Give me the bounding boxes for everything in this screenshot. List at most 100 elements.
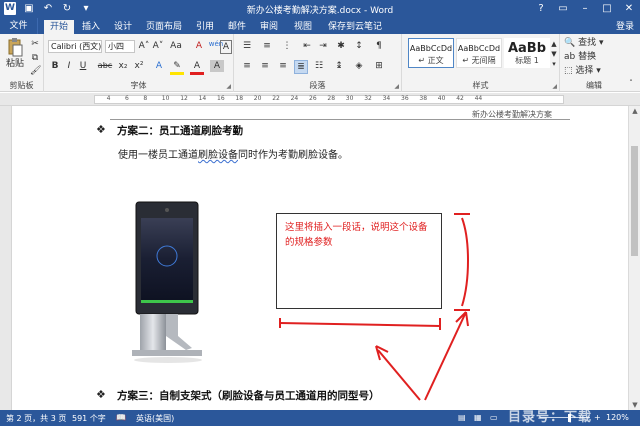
web-layout-icon[interactable]: ▭ xyxy=(490,413,498,422)
paste-button[interactable]: 粘贴 xyxy=(3,58,27,70)
replace-label: 替换 xyxy=(578,52,597,62)
collapse-ribbon-icon[interactable]: ˄ xyxy=(626,77,636,89)
increase-indent-icon[interactable]: ⇥ xyxy=(316,40,330,52)
char-shading-icon[interactable]: A xyxy=(210,60,224,72)
text-effects-button[interactable]: A xyxy=(152,60,166,72)
font-name-select[interactable]: Calibri (西文) xyxy=(48,40,102,53)
section2-body-post: 同时作为考勤刷脸设备。 xyxy=(238,150,348,161)
select-icon: ⬚ xyxy=(564,66,573,76)
styles-more-icon[interactable]: ▾ xyxy=(550,58,558,70)
multilevel-list-icon[interactable]: ⋮ xyxy=(280,40,294,52)
strikethrough-button[interactable]: abc xyxy=(96,60,114,72)
numbering-icon[interactable]: ≡ xyxy=(260,40,274,52)
page-count[interactable]: 第 2 页，共 3 页 xyxy=(6,413,66,424)
select-button[interactable]: ⬚ 选择 ▾ xyxy=(564,65,622,77)
font-dialog-launcher-icon[interactable]: ◢ xyxy=(226,83,231,90)
tab-layout[interactable]: 页面布局 xyxy=(140,20,188,34)
superscript-button[interactable]: x² xyxy=(132,60,146,72)
ruler-number: 34 xyxy=(382,95,391,102)
tab-references[interactable]: 引用 xyxy=(190,20,220,34)
shrink-font-button[interactable]: A˅ xyxy=(152,40,164,52)
bold-button[interactable]: B xyxy=(50,60,60,72)
line-spacing-icon[interactable]: ↨ xyxy=(332,60,346,72)
placeholder-text-box[interactable]: 这里将插入一段话，说明这个设备的规格参数 xyxy=(276,213,442,309)
distributed-icon[interactable]: ☷ xyxy=(312,60,326,72)
tab-home[interactable]: 开始 xyxy=(44,20,75,34)
style-no-spacing[interactable]: AaBbCcDd ↵ 无间隔 xyxy=(456,38,502,68)
editing-label: 编辑 xyxy=(586,81,602,90)
format-painter-icon[interactable]: 🖌 xyxy=(30,65,41,77)
style-normal[interactable]: AaBbCcDd ↵ 正文 xyxy=(408,38,454,68)
font-size-select[interactable]: 小四 xyxy=(105,40,135,53)
style-heading-1[interactable]: AaBb 标题 1 xyxy=(504,38,550,68)
vertical-ruler[interactable] xyxy=(0,106,12,410)
scroll-down-icon[interactable]: ▼ xyxy=(629,401,640,409)
copy-icon[interactable]: ⧉ xyxy=(30,52,40,64)
tab-design[interactable]: 设计 xyxy=(108,20,138,34)
proofing-icon[interactable]: 📖 xyxy=(116,413,126,422)
italic-button[interactable]: I xyxy=(64,60,74,72)
underline-button[interactable]: U xyxy=(78,60,88,72)
grow-font-button[interactable]: A˄ xyxy=(138,40,150,52)
tab-insert[interactable]: 插入 xyxy=(76,20,106,34)
sort-icon[interactable]: ↕ xyxy=(352,40,366,52)
change-case-button[interactable]: Aa xyxy=(168,40,184,52)
cut-icon[interactable]: ✂ xyxy=(30,38,40,50)
section2-body[interactable]: 使用一楼员工通道刷脸设备同时作为考勤刷脸设备。 xyxy=(118,146,348,161)
help-button[interactable]: ? xyxy=(530,0,552,18)
minimize-button[interactable]: – xyxy=(574,0,596,18)
paragraph-dialog-launcher-icon[interactable]: ◢ xyxy=(394,83,399,90)
ribbon-tabs: 文件 开始 插入 设计 页面布局 引用 邮件 审阅 视图 保存到云笔记 登录 xyxy=(0,18,640,34)
align-left-icon[interactable]: ≡ xyxy=(240,60,254,72)
font-group: Calibri (西文) 小四 A˄ A˅ Aa A wén A B I U a… xyxy=(44,34,234,92)
replace-button[interactable]: ab 替换 xyxy=(564,51,622,63)
read-mode-icon[interactable]: ▤ xyxy=(458,413,466,422)
shading-icon[interactable]: ◈ xyxy=(352,60,366,72)
zoom-level[interactable]: 120% xyxy=(606,413,629,422)
vertical-scrollbar[interactable]: ▲ ▼ xyxy=(628,106,640,410)
tab-view[interactable]: 视图 xyxy=(288,20,318,34)
login-link[interactable]: 登录 xyxy=(616,19,634,32)
zoom-in-icon[interactable]: + xyxy=(594,413,601,422)
section2-bullet-icon: ❖ xyxy=(96,123,106,136)
tab-file[interactable]: 文件 xyxy=(0,18,38,34)
section2-heading[interactable]: 方案二：员工通道刷脸考勤 xyxy=(117,123,243,138)
borders-icon[interactable]: ⊞ xyxy=(372,60,386,72)
language[interactable]: 英语(美国) xyxy=(136,413,174,424)
window-controls: ? ▭ – □ ✕ xyxy=(530,0,640,18)
ruler-number: 18 xyxy=(235,95,244,102)
ribbon-display-button[interactable]: ▭ xyxy=(552,0,574,18)
scrollbar-thumb[interactable] xyxy=(631,146,638,256)
tab-mailings[interactable]: 邮件 xyxy=(222,20,252,34)
tab-cloud-notes[interactable]: 保存到云笔记 xyxy=(322,20,388,34)
find-button[interactable]: 🔍 查找 ▾ xyxy=(564,37,622,49)
maximize-button[interactable]: □ xyxy=(596,0,618,18)
chinese-layout-icon[interactable]: ✱ xyxy=(334,40,348,52)
highlight-icon[interactable]: ✎ xyxy=(170,60,184,75)
horizontal-ruler[interactable]: 4 6 8 10 12 14 16 18 20 22 24 26 28 30 32 34 36 38 40 42 44 xyxy=(0,93,640,106)
close-button[interactable]: ✕ xyxy=(618,0,640,18)
section3-heading[interactable]: 方案三：自制支架式（刷脸设备与员工通道用的同型号） xyxy=(117,388,380,403)
ruler-number: 4 xyxy=(106,95,111,102)
placeholder-note[interactable]: 这里将插入一段话，说明这个设备的规格参数 xyxy=(285,220,435,250)
font-color-button[interactable]: A xyxy=(190,60,204,75)
align-right-icon[interactable]: ≡ xyxy=(276,60,290,72)
styles-dialog-launcher-icon[interactable]: ◢ xyxy=(552,83,557,90)
justify-icon[interactable]: ≣ xyxy=(294,60,308,74)
subscript-button[interactable]: x₂ xyxy=(116,60,130,72)
paste-icon[interactable] xyxy=(6,37,24,57)
show-marks-icon[interactable]: ¶ xyxy=(372,40,386,52)
face-recognition-device-image[interactable] xyxy=(128,196,218,372)
word-count[interactable]: 591 个字 xyxy=(72,413,106,424)
ruler-number: 12 xyxy=(180,95,188,102)
bullets-icon[interactable]: ☰ xyxy=(240,40,254,52)
clear-format-button[interactable]: A xyxy=(192,40,206,52)
print-layout-icon[interactable]: ▦ xyxy=(474,413,482,422)
style-normal-name: ↵ 正文 xyxy=(418,56,444,65)
char-border-button[interactable]: A xyxy=(220,40,232,54)
align-center-icon[interactable]: ≡ xyxy=(258,60,272,72)
decrease-indent-icon[interactable]: ⇤ xyxy=(300,40,314,52)
tab-review[interactable]: 审阅 xyxy=(254,20,284,34)
scroll-up-icon[interactable]: ▲ xyxy=(629,107,640,115)
ruler-number: 32 xyxy=(364,95,372,102)
